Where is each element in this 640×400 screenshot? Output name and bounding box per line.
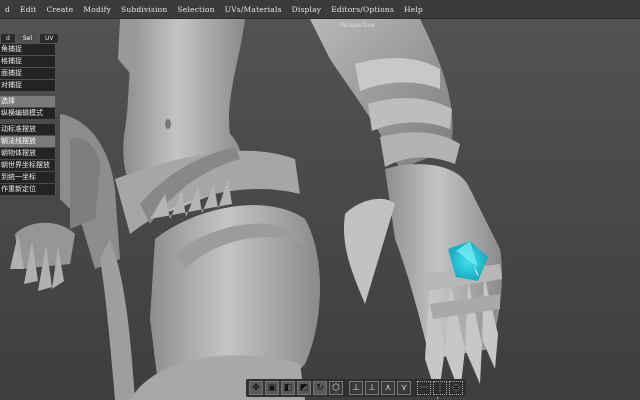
mode-tabs: d Sel UV <box>0 33 60 44</box>
axis-universal-tool-icon[interactable]: ⋎ <box>397 381 411 395</box>
menu-bar: d Edit Create Modify Subdivision Selecti… <box>0 0 640 19</box>
bottom-toolbar: ✥ ▣ ◧ ◩ ↻ ⬡ ⊥ ⟂ ⋏ ⋎ ⋯ ⋮ ◌ <box>246 379 466 397</box>
menu-item-help[interactable]: Help <box>399 5 428 14</box>
cube-corner-tool-icon[interactable]: ◩ <box>297 381 311 395</box>
side-panel: 角捕捉 格捕捉 面捕捉 对捕捉 选择 纵横编辑模式 动标准摆放 朝法线摆放 朝物… <box>0 44 56 196</box>
menu-item-uvs-materials[interactable]: UVs/Materials <box>220 5 287 14</box>
panel-item-edit-mode[interactable]: 纵横编辑模式 <box>0 108 56 119</box>
lasso-select-icon[interactable]: ◌ <box>449 381 463 395</box>
tab-uv[interactable]: UV <box>38 33 60 44</box>
panel-item-select[interactable]: 选择 <box>0 96 56 107</box>
menu-item-modify[interactable]: Modify <box>78 5 116 14</box>
panel-item-grid-snap[interactable]: 格捕捉 <box>0 56 56 67</box>
menu-item-display[interactable]: Display <box>287 5 327 14</box>
move-tool-icon[interactable]: ✥ <box>249 381 263 395</box>
panel-item-object-snap[interactable]: 对捕捉 <box>0 80 56 91</box>
half-cube-tool-icon[interactable]: ◧ <box>281 381 295 395</box>
axis-scale-tool-icon[interactable]: ⋏ <box>381 381 395 395</box>
panel-item-normal-place[interactable]: 朝法线摆放 <box>0 136 56 147</box>
panel-item-auto-place[interactable]: 动标准摆放 <box>0 124 56 135</box>
panel-item-world-place[interactable]: 朝世界坐标摆放 <box>0 160 56 171</box>
viewport-label: Perspective <box>340 22 375 29</box>
panel-item-unify-coords[interactable]: 到统一坐标 <box>0 172 56 183</box>
model-render <box>0 19 640 400</box>
hexagon-tool-icon[interactable]: ⬡ <box>329 381 343 395</box>
menu-item-edit[interactable]: Edit <box>15 5 42 14</box>
tab-sel[interactable]: Sel <box>16 33 38 44</box>
panel-item-reposition[interactable]: 作重新定位 <box>0 184 56 195</box>
panel-item-face-snap[interactable]: 面捕捉 <box>0 68 56 79</box>
menu-item-file[interactable]: d <box>0 5 15 14</box>
axis-tool-icon[interactable]: ⊥ <box>349 381 363 395</box>
grid-select-icon[interactable]: ⋮ <box>433 381 447 395</box>
panel-item-vertex-snap[interactable]: 角捕捉 <box>0 44 56 55</box>
menu-item-editors-options[interactable]: Editors/Options <box>326 5 399 14</box>
axis-rotate-tool-icon[interactable]: ⟂ <box>365 381 379 395</box>
cube-tool-icon[interactable]: ▣ <box>265 381 279 395</box>
menu-item-create[interactable]: Create <box>42 5 79 14</box>
panel-item-object-place[interactable]: 朝物体摆放 <box>0 148 56 159</box>
tumble-tool-icon[interactable]: ↻ <box>313 381 327 395</box>
navel-shape <box>165 119 171 129</box>
3d-viewport[interactable]: Perspective <box>0 19 640 400</box>
soft-select-icon[interactable]: ⋯ <box>417 381 431 395</box>
menu-item-subdivision[interactable]: Subdivision <box>116 5 172 14</box>
tab-d[interactable]: d <box>0 33 16 44</box>
menu-item-selection[interactable]: Selection <box>172 5 219 14</box>
